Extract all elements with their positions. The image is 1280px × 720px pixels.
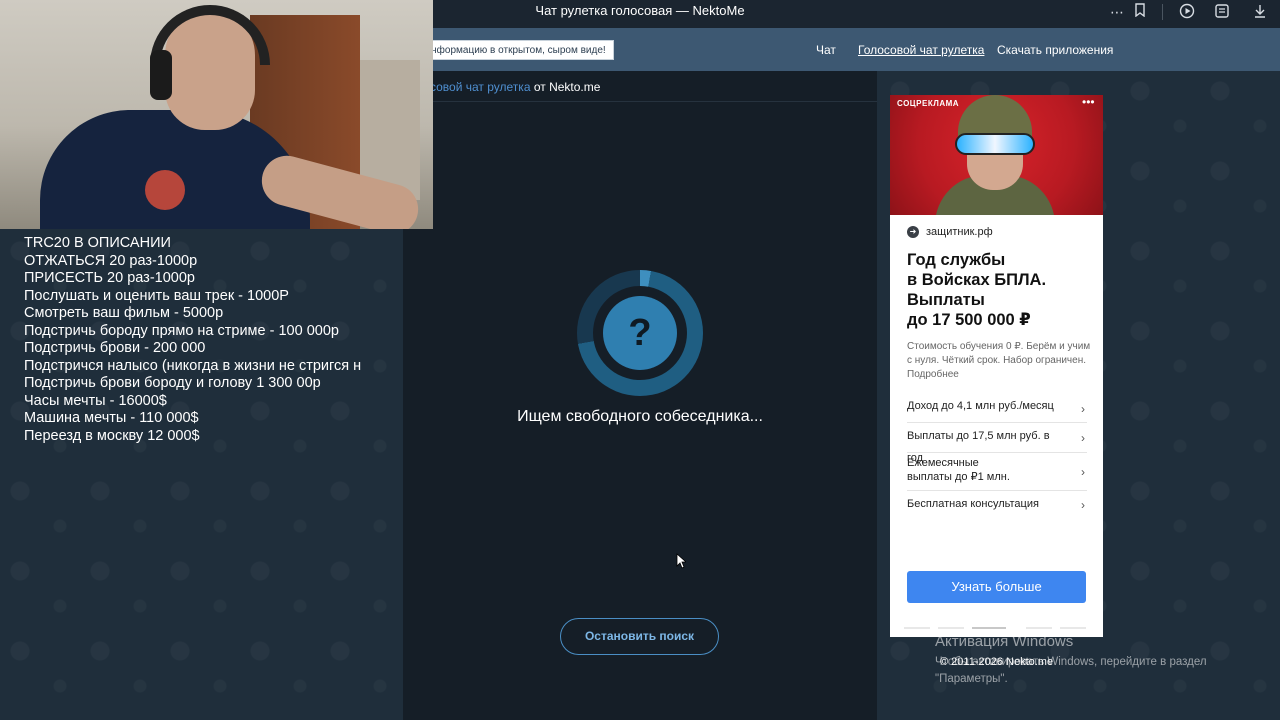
breadcrumb-suffix: от Nekto.me <box>530 80 601 94</box>
stream-line: Подстричся налысо (никогда в жизни не ст… <box>24 357 362 374</box>
ad-link-item[interactable]: Выплаты до 17,5 млн руб. в год › <box>907 423 1087 464</box>
ad-title[interactable]: Год службы в Войсках БПЛА. Выплаты до 17… <box>907 250 1097 330</box>
ad-link-label: Бесплатная консультация <box>907 498 1039 510</box>
ad-link-item[interactable]: Ежемесячные выплаты до ₽1 млн. › <box>907 453 1087 491</box>
question-mark: ? <box>628 312 652 354</box>
chevron-right-icon: › <box>1081 464 1085 479</box>
carousel-dot[interactable] <box>938 627 964 629</box>
ad-title-line: Год службы <box>907 251 1006 269</box>
stream-line: Смотреть ваш фильм - 5000р <box>24 305 224 321</box>
carousel-dot-active[interactable] <box>972 627 1006 629</box>
stop-search-button[interactable]: Остановить поиск <box>560 618 719 655</box>
ad-description: Стоимость обучения 0 ₽. Берём и учим с н… <box>907 341 1091 380</box>
download-icon[interactable] <box>1251 3 1269 21</box>
ad-image[interactable] <box>890 95 1103 215</box>
ad-link-item[interactable]: Бесплатная консультация › <box>907 491 1087 519</box>
headphone-cup <box>150 50 172 100</box>
ad-cta-button[interactable]: Узнать больше <box>907 571 1086 603</box>
ad-title-line: в Войсках БПЛА. <box>907 271 1047 289</box>
ad-title-line: Выплаты <box>907 291 985 309</box>
ad-title-line: до 17 500 000 ₽ <box>907 311 1031 329</box>
toolbar-divider <box>1162 4 1163 20</box>
windows-activation-title: Активация Windows <box>935 633 1074 650</box>
bookmark-icon[interactable] <box>1131 3 1149 21</box>
nav-chat[interactable]: Чат <box>816 43 836 57</box>
breadcrumb-link[interactable]: совой чат рулетка <box>430 80 531 94</box>
stream-line: Подстричь брови бороду и голову 1 300 00… <box>24 375 321 391</box>
notice-banner: ть информацию в открытом, сыром виде! <box>420 40 614 60</box>
nav-voice-chat[interactable]: Голосовой чат рулетка <box>858 43 984 57</box>
arrow-right-icon: ➜ <box>907 226 919 238</box>
play-icon[interactable] <box>1178 3 1196 21</box>
carousel-dot[interactable] <box>1060 627 1086 629</box>
ad-goggles <box>955 133 1035 155</box>
search-status: Ищем свободного собеседника... <box>517 408 763 425</box>
stream-line: TRC20 В ОПИСАНИИ <box>24 235 171 251</box>
carousel-dot[interactable] <box>904 627 930 629</box>
webcam-overlay <box>0 0 433 229</box>
ad-link-item[interactable]: Доход до 4,1 млн руб./месяц › <box>907 395 1087 423</box>
stream-line: ПРИСЕСТЬ 20 раз-1000р <box>24 270 195 286</box>
ad-label: СОЦРЕКЛАМА <box>897 99 960 108</box>
stream-line: Послушать и оценить ваш трек - 1000Р <box>24 287 289 304</box>
stream-price-list: TRC20 В ОПИСАНИИ ОТЖАТЬСЯ 20 раз-1000р П… <box>24 235 376 445</box>
ad-menu-icon[interactable]: ••• <box>1082 96 1098 108</box>
ad-domain[interactable]: защитник.рф <box>926 226 993 239</box>
stream-line: Часы мечты - 16000$ <box>24 392 167 409</box>
chevron-right-icon: › <box>1081 430 1085 445</box>
stream-line: ОТЖАТЬСЯ 20 раз-1000р <box>24 252 198 269</box>
chevron-right-icon: › <box>1081 401 1085 416</box>
stream-line: Подстричь бороду прямо на стриме - 100 0… <box>24 322 339 339</box>
ad-link-label: Доход до 4,1 млн руб./месяц <box>907 400 1054 412</box>
chevron-right-icon: › <box>1081 498 1085 512</box>
shirt-emblem <box>145 170 185 210</box>
copyright: © 2011-2026 Nekto.me <box>940 656 1054 668</box>
reader-icon[interactable] <box>1213 3 1231 21</box>
nav-download-apps[interactable]: Скачать приложения <box>997 43 1113 57</box>
ad-link-label: Ежемесячные выплаты до ₽1 млн. <box>907 457 1010 483</box>
stream-line: Переезд в москву 12 000$ <box>24 427 200 444</box>
divider <box>430 101 877 102</box>
carousel-dot[interactable] <box>1026 627 1052 629</box>
stream-line: Машина мечты - 110 000$ <box>24 410 199 426</box>
window-title: Чат рулетка голосовая — NektoMe <box>535 3 745 18</box>
stream-line: Подстричь брови - 200 000 <box>24 340 206 356</box>
mouse-cursor-icon <box>676 553 688 569</box>
breadcrumb: совой чат рулетка от Nekto.me <box>430 78 600 96</box>
more-icon[interactable]: ⋯ <box>1108 3 1126 21</box>
